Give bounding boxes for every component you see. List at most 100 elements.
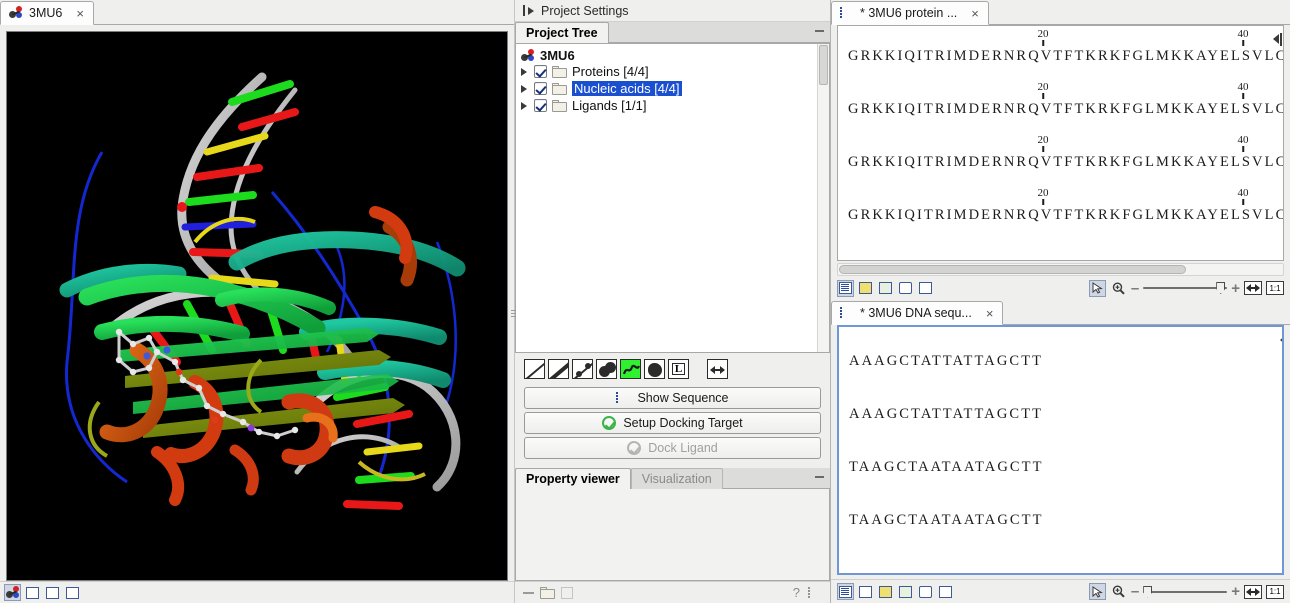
representation-wireframe-button[interactable] [524,359,545,379]
one-to-one-icon[interactable]: 1:1 [1266,585,1284,599]
dna-text-view-button[interactable] [937,583,954,600]
representation-surface-button[interactable] [644,359,665,379]
dna-table-view-button[interactable] [897,583,914,600]
tab-3mu6-structure[interactable]: 3MU6 × [0,1,94,25]
representation-space-fill-button[interactable] [596,359,617,379]
representation-stick-button[interactable] [548,359,569,379]
representation-ball-and-stick-button[interactable] [572,359,593,379]
slider-handle[interactable] [1143,586,1152,598]
protein-circular-view-button[interactable] [897,280,914,297]
dna-sequence-canvas[interactable]: AAAGCTATTATTAGCTT AAAGCTATTATTAGCTT TAAG… [837,325,1284,575]
selection-arrow-icon[interactable] [1089,583,1106,600]
tree-item-label: Ligands [1/1] [572,98,646,113]
tabstrip-filler [1003,303,1290,325]
selection-arrow-icon[interactable] [1089,280,1106,297]
structure-viewport[interactable] [6,31,508,581]
tab-3mu6-protein[interactable]: * 3MU6 protein ... × [831,1,989,25]
tabstrip-filler [989,3,1290,25]
sequence-row[interactable]: 20 40 GRKKIQITRIMDERNRQVTFTKRKFGLMKKAYEL… [838,185,1283,238]
tab-property-viewer[interactable]: Property viewer [515,468,631,489]
close-icon[interactable]: × [971,7,979,20]
text-view-icon [919,282,932,294]
ligands-checkbox[interactable] [534,99,547,112]
zoom-in-icon[interactable]: + [1231,584,1240,599]
folder-icon [552,100,567,112]
folder-icon[interactable] [540,587,555,599]
property-viewer-content [515,489,830,581]
zoom-in-icon[interactable]: + [1231,281,1240,296]
sequence-row[interactable]: AAAGCTATTATTAGCTT [839,380,1282,433]
one-to-one-icon[interactable]: 1:1 [1266,281,1284,295]
project-tree-scrollbar[interactable] [817,44,829,352]
fit-width-icon[interactable] [1244,585,1262,599]
project-settings-header[interactable]: Project Settings [515,0,830,22]
show-sequence-button[interactable]: Show Sequence [524,387,821,409]
slider-handle[interactable] [1216,282,1225,294]
table-view-icon [899,586,912,598]
tree-item-ligands[interactable]: Ligands [1/1] [516,97,829,114]
zoom-slider[interactable] [1143,282,1227,294]
zoom-out-icon[interactable]: – [1131,584,1139,599]
setup-docking-target-button[interactable]: Setup Docking Target [524,412,821,434]
tab-3mu6-dna[interactable]: * 3MU6 DNA sequ... × [831,301,1003,325]
minimize-icon[interactable] [815,30,824,32]
close-icon[interactable]: × [986,307,994,320]
dna-collapse-arrow[interactable] [1277,331,1284,349]
scrollbar-thumb[interactable] [839,265,1186,274]
dna-circular-view-button[interactable] [917,583,934,600]
sequence-row[interactable]: 20 40 GRKKIQITRIMDERNRQVTFTKRKFGLMKKAYEL… [838,132,1283,185]
sequence-row[interactable]: 20 40 GRKKIQITRIMDERNRQVTFTKRKFGLMKKAYEL… [838,79,1283,132]
view-circular-button[interactable] [44,584,61,601]
tab-visualization[interactable]: Visualization [631,468,723,489]
protein-table-view-button[interactable] [877,280,894,297]
zoom-magnifier-icon[interactable] [1110,280,1127,297]
expand-arrow-icon[interactable] [521,85,527,93]
sequence-row[interactable]: AAAGCTATTATTAGCTT [839,327,1282,380]
help-icon[interactable]: ? [793,585,800,600]
protein-text-view-button[interactable] [917,280,934,297]
split-view-icon[interactable] [561,587,573,599]
dna-sequence-view-button[interactable] [837,583,854,600]
sequence-row[interactable]: TAAGCTAATAATAGCTT [839,486,1282,539]
protein-sequence-text: GRKKIQITRIMDERNRQVTFTKRKFGLMKKAYELSVLCDC… [848,207,1284,224]
folder-icon [552,66,567,78]
expand-arrow-icon[interactable] [521,102,527,110]
protein-horizontal-scrollbar[interactable] [837,263,1284,276]
view-info-button[interactable] [24,584,41,601]
protein-annotation-view-button[interactable] [857,280,874,297]
application-window: 3MU6 × [0,0,1290,603]
scrollbar-thumb[interactable] [819,45,828,85]
sequence-row[interactable]: TAAGCTAATAATAGCTT [839,433,1282,486]
property-viewer-header: Property viewer Visualization [515,468,830,489]
minimize-icon[interactable] [815,476,824,478]
tree-item-proteins[interactable]: Proteins [4/4] [516,63,829,80]
nucleic-acids-checkbox[interactable] [534,82,547,95]
representation-labels-button[interactable]: L [668,359,689,379]
view-text-button[interactable] [64,584,81,601]
zoom-out-icon[interactable]: – [1131,281,1139,296]
dock-ligand-icon [627,441,641,455]
protein-collapse-arrow[interactable] [1270,30,1284,48]
dna-alignment-view-button[interactable] [857,583,874,600]
fit-width-icon[interactable] [1244,281,1262,295]
sequence-row[interactable]: 20 40 GRKKIQITRIMDERNRQVTFTKRKFGLMKKAYEL… [838,26,1283,79]
tree-root-item[interactable]: 3MU6 [516,44,829,63]
proteins-checkbox[interactable] [534,65,547,78]
zoom-slider[interactable] [1143,586,1227,598]
representation-backbone-button[interactable] [620,359,641,379]
expand-arrow-icon[interactable] [521,68,527,76]
protein-sequence-view-button[interactable] [837,280,854,297]
representation-distance-button[interactable] [707,359,728,379]
protein-sequence-text: GRKKIQITRIMDERNRQVTFTKRKFGLMKKAYELSVLCDC… [848,101,1284,118]
tree-item-nucleic-acids[interactable]: Nucleic acids [4/4] [516,80,829,97]
project-tree[interactable]: 3MU6 Proteins [4/4] Nucleic acids [4/4] … [515,43,830,353]
dna-annotation-view-button[interactable] [877,583,894,600]
tab-project-tree[interactable]: Project Tree [515,22,609,43]
zoom-magnifier-icon[interactable] [1110,583,1127,600]
pane-divider-grip[interactable] [509,300,518,326]
view-3d-structure-button[interactable] [4,584,21,601]
protein-sequence-canvas[interactable]: 20 40 GRKKIQITRIMDERNRQVTFTKRKFGLMKKAYEL… [837,25,1284,261]
collapse-icon[interactable] [523,592,534,594]
list-options-icon[interactable] [808,587,822,599]
close-icon[interactable]: × [76,7,84,20]
